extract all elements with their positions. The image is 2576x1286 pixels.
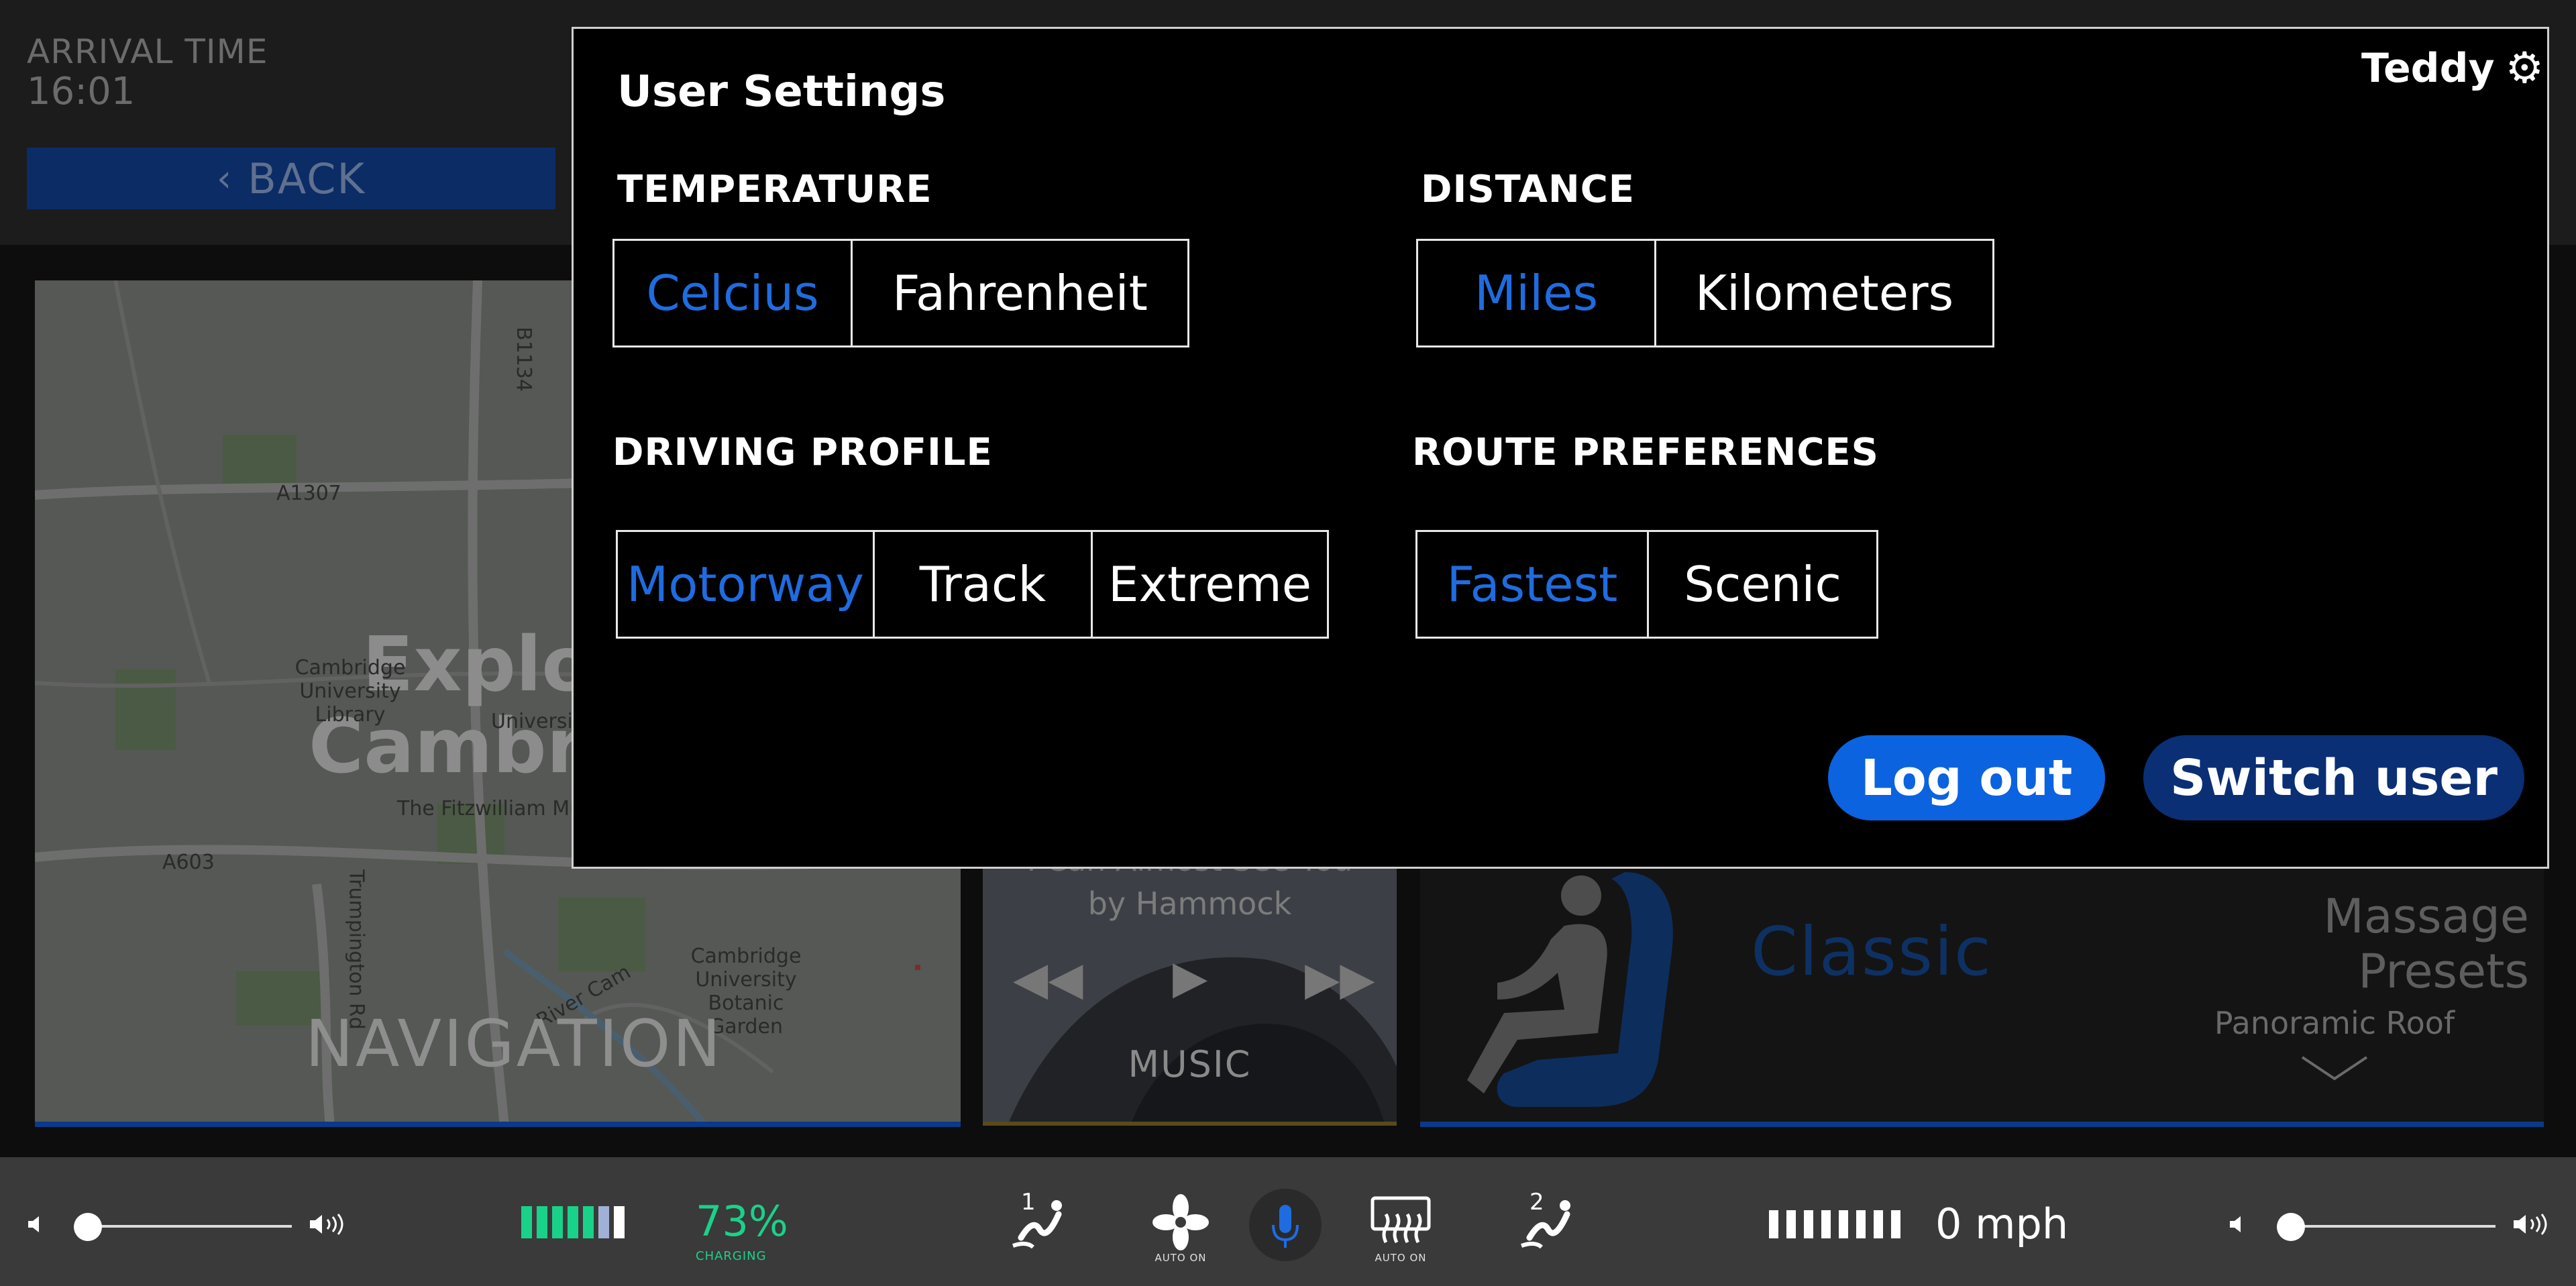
back-button[interactable]: ‹ BACK — [27, 148, 555, 209]
back-label: BACK — [248, 154, 366, 203]
arrival-time-value: 16:01 — [27, 70, 136, 113]
fan-icon[interactable] — [1152, 1194, 1209, 1250]
speed-cell — [1839, 1210, 1848, 1238]
driving-profile-toggle: Motorway Track Extreme — [616, 530, 1329, 639]
speed-cell — [1891, 1210, 1900, 1238]
battery-percent: 73% — [696, 1197, 788, 1246]
seat-heat-2-number: 2 — [1529, 1189, 1544, 1216]
defrost-status: AUTO ON — [1375, 1252, 1427, 1264]
map-place-library: Cambridge University Library — [294, 656, 406, 727]
option-miles[interactable]: Miles — [1418, 241, 1656, 345]
battery-cell — [552, 1206, 563, 1238]
route-preferences-toggle: Fastest Scenic — [1415, 530, 1878, 639]
speed-meter — [1769, 1210, 1900, 1238]
temperature-label: TEMPERATURE — [617, 168, 932, 211]
speed-readout: 0 mph — [1935, 1199, 2069, 1248]
left-volume-track[interactable] — [80, 1225, 292, 1228]
arrival-time-label: ARRIVAL TIME — [27, 32, 268, 71]
volume-low-icon — [28, 1216, 39, 1232]
seat-tile-accent — [1420, 1122, 2544, 1127]
battery-cell — [614, 1206, 625, 1238]
speed-cell — [1786, 1210, 1796, 1238]
massage-presets-label[interactable]: Massage Presets — [2140, 889, 2529, 999]
volume-high-icon — [2514, 1214, 2547, 1235]
speed-cell — [1874, 1210, 1883, 1238]
switch-user-button[interactable]: Switch user — [2143, 735, 2524, 820]
volume-high-icon — [310, 1214, 343, 1235]
temperature-toggle: Celcius Fahrenheit — [612, 239, 1189, 347]
option-scenic[interactable]: Scenic — [1649, 532, 1876, 637]
option-fastest[interactable]: Fastest — [1417, 532, 1649, 637]
fan-status: AUTO ON — [1155, 1252, 1207, 1264]
seat-heat-1-icon[interactable] — [1006, 1191, 1073, 1251]
map-road-a603: A603 — [162, 851, 215, 874]
speed-cell — [1856, 1210, 1866, 1238]
battery-cell — [598, 1206, 609, 1238]
next-track-icon[interactable]: ▶▶ — [1305, 953, 1375, 1006]
rear-defrost-icon[interactable] — [1368, 1194, 1433, 1248]
option-track[interactable]: Track — [875, 532, 1093, 637]
music-artist: by Hammock — [1087, 886, 1292, 922]
battery-cell — [583, 1206, 594, 1238]
map-road-a1307: A1307 — [276, 482, 341, 505]
logout-button[interactable]: Log out — [1828, 735, 2105, 820]
right-volume-knob[interactable] — [2277, 1213, 2305, 1241]
play-icon[interactable]: ▶ — [1173, 951, 1208, 1004]
option-celcius[interactable]: Celcius — [614, 241, 853, 345]
chevron-down-icon[interactable] — [2301, 1055, 2368, 1081]
user-menu[interactable]: Teddy ⚙ — [2361, 44, 2544, 93]
navigation-tile-accent — [35, 1122, 961, 1127]
seat-icon — [1467, 872, 1673, 1107]
battery-cell — [521, 1206, 532, 1238]
user-name: Teddy — [2361, 45, 2495, 92]
modal-title: User Settings — [617, 67, 946, 117]
seat-mode-label: Classic — [1751, 912, 1992, 991]
music-tile-accent — [983, 1122, 1397, 1126]
route-preferences-label: ROUTE PREFERENCES — [1412, 431, 1879, 474]
previous-track-icon[interactable]: ◀◀ — [1013, 953, 1083, 1006]
option-extreme[interactable]: Extreme — [1093, 532, 1327, 637]
battery-meter — [521, 1206, 625, 1238]
microphone-icon — [1272, 1205, 1299, 1248]
speed-cell — [1821, 1210, 1831, 1238]
option-fahrenheit[interactable]: Fahrenheit — [853, 241, 1187, 345]
speed-cell — [1804, 1210, 1813, 1238]
option-motorway[interactable]: Motorway — [618, 532, 875, 637]
seat-heat-1-number: 1 — [1021, 1189, 1036, 1216]
driving-profile-label: DRIVING PROFILE — [612, 431, 993, 474]
music-tile-label: MUSIC — [1128, 1043, 1252, 1085]
speed-cell — [1769, 1210, 1778, 1238]
chevron-left-icon: ‹ — [216, 156, 233, 201]
gear-icon[interactable]: ⚙ — [2506, 44, 2544, 93]
left-volume-knob[interactable] — [74, 1213, 102, 1241]
distance-label: DISTANCE — [1421, 168, 1635, 211]
right-volume-track[interactable] — [2294, 1225, 2496, 1228]
map-road-trumpington: Trumpington Rd — [344, 869, 368, 1030]
battery-status: CHARGING — [696, 1249, 767, 1263]
map-road-b1134: B1134 — [511, 327, 535, 392]
panoramic-roof-label[interactable]: Panoramic Roof — [2147, 1005, 2522, 1041]
volume-low-icon — [2230, 1216, 2241, 1232]
seat-heat-2-icon[interactable] — [1515, 1191, 1582, 1251]
voice-button[interactable] — [1249, 1189, 1322, 1261]
battery-cell — [537, 1206, 547, 1238]
distance-toggle: Miles Kilometers — [1416, 239, 1994, 347]
navigation-tile-label: NAVIGATION — [305, 1006, 723, 1081]
battery-cell — [568, 1206, 578, 1238]
option-kilometers[interactable]: Kilometers — [1656, 241, 1992, 345]
